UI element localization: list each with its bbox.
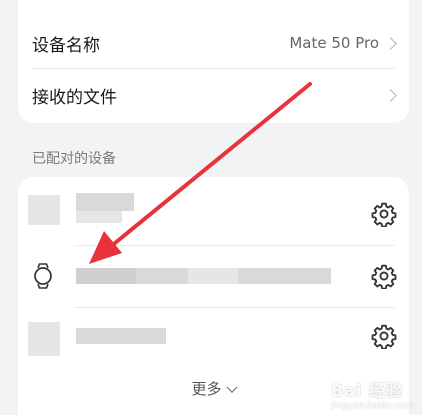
chevron-right-icon	[384, 36, 397, 50]
watermark-url: jingyan.baidu.com	[330, 401, 414, 411]
paired-device-item[interactable]	[18, 177, 409, 245]
received-files-row[interactable]: 接收的文件	[18, 69, 409, 121]
watermark: Bai 经验 jingyan.baidu.com	[331, 377, 414, 411]
device-icon-redacted	[28, 322, 60, 356]
watch-icon	[34, 263, 52, 289]
watermark-brand: Bai 经验	[330, 381, 403, 400]
chevron-right-icon	[384, 88, 397, 102]
device-icon-redacted	[28, 195, 60, 225]
paired-devices-title: 已配对的设备	[32, 151, 116, 167]
device-name-redacted	[76, 211, 122, 223]
gear-icon[interactable]	[371, 201, 397, 227]
device-name-redacted	[76, 328, 166, 344]
received-files-label: 接收的文件	[32, 87, 117, 108]
device-name-redacted	[188, 268, 238, 284]
gear-icon[interactable]	[371, 263, 397, 289]
device-name-row[interactable]: 设备名称 Mate 50 Pro	[18, 18, 409, 68]
paired-device-item[interactable]	[18, 308, 409, 368]
settings-card: 设备名称 Mate 50 Pro 接收的文件	[18, 0, 409, 123]
chevron-down-icon	[225, 381, 238, 393]
more-label: 更多	[191, 380, 222, 398]
gear-icon[interactable]	[371, 323, 397, 349]
device-name-value: Mate 50 Pro	[289, 34, 379, 52]
device-name-redacted	[76, 193, 134, 211]
paired-device-item[interactable]	[18, 246, 409, 307]
device-name-label: 设备名称	[32, 35, 100, 56]
device-name-redacted	[76, 268, 136, 284]
